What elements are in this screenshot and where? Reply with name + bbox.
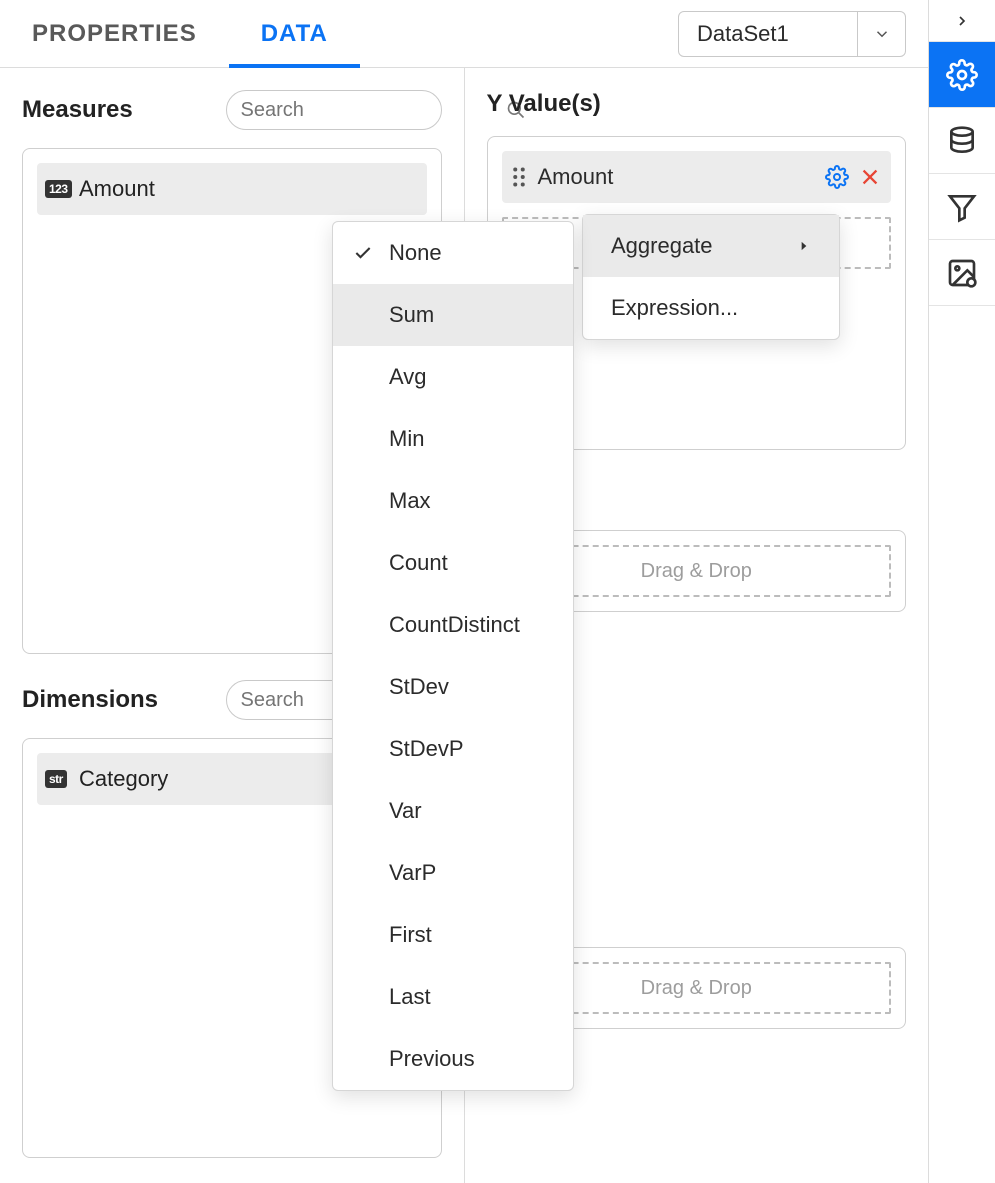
aggregate-option-label: CountDistinct bbox=[389, 612, 520, 638]
aggregate-option-label: StDev bbox=[389, 674, 449, 700]
aggregate-option[interactable]: Min bbox=[333, 408, 573, 470]
gear-icon bbox=[946, 59, 978, 91]
collapse-button[interactable] bbox=[929, 0, 995, 42]
measures-title: Measures bbox=[22, 96, 133, 124]
menu-aggregate[interactable]: Aggregate bbox=[583, 215, 839, 277]
yvalue-label: Amount bbox=[538, 164, 614, 190]
measures-search[interactable] bbox=[226, 90, 442, 130]
yvalue-item[interactable]: Amount bbox=[502, 151, 892, 203]
aggregate-option[interactable]: None bbox=[333, 222, 573, 284]
aggregate-option-label: Min bbox=[389, 426, 424, 452]
aggregate-option-label: None bbox=[389, 240, 442, 266]
aggregate-option[interactable]: StDev bbox=[333, 656, 573, 718]
aggregate-option-label: Sum bbox=[389, 302, 434, 328]
aggregate-option[interactable]: Var bbox=[333, 780, 573, 842]
aggregate-option[interactable]: VarP bbox=[333, 842, 573, 904]
tabs-row: PROPERTIES DATA DataSet1 bbox=[0, 0, 928, 68]
tab-properties[interactable]: PROPERTIES bbox=[0, 0, 229, 68]
aggregate-option[interactable]: Previous bbox=[333, 1028, 573, 1090]
aggregate-option-label: Count bbox=[389, 550, 448, 576]
aggregate-option-label: Last bbox=[389, 984, 431, 1010]
tab-data[interactable]: DATA bbox=[229, 0, 360, 68]
chevron-down-icon bbox=[857, 12, 905, 56]
aggregate-option-label: VarP bbox=[389, 860, 436, 886]
string-type-icon: str bbox=[45, 770, 67, 788]
image-settings-icon bbox=[946, 257, 978, 289]
drag-handle-icon[interactable] bbox=[512, 167, 526, 187]
check-icon bbox=[353, 243, 373, 263]
sidebar-data[interactable] bbox=[929, 108, 995, 174]
yvalues-title: Y Value(s) bbox=[487, 90, 601, 118]
aggregate-option-label: Max bbox=[389, 488, 431, 514]
measure-label: Amount bbox=[79, 176, 155, 202]
database-icon bbox=[946, 125, 978, 157]
aggregate-option-label: Avg bbox=[389, 364, 427, 390]
aggregate-submenu: None Sum Avg Min Max Count CountDistinct StDev S… bbox=[332, 221, 574, 1091]
measure-item[interactable]: 123 Amount bbox=[37, 163, 427, 215]
aggregate-option[interactable]: Count bbox=[333, 532, 573, 594]
aggregate-option-label: Previous bbox=[389, 1046, 475, 1072]
right-sidebar bbox=[929, 0, 995, 1183]
dimensions-title: Dimensions bbox=[22, 686, 158, 714]
aggregate-option[interactable]: Max bbox=[333, 470, 573, 532]
aggregate-option[interactable]: StDevP bbox=[333, 718, 573, 780]
menu-expression[interactable]: Expression... bbox=[583, 277, 839, 339]
aggregate-option-label: StDevP bbox=[389, 736, 464, 762]
aggregate-option[interactable]: CountDistinct bbox=[333, 594, 573, 656]
aggregate-option-label: Var bbox=[389, 798, 422, 824]
number-type-icon: 123 bbox=[45, 180, 72, 198]
yvalue-context-menu: Aggregate Expression... bbox=[582, 214, 840, 340]
chevron-right-icon bbox=[797, 239, 811, 253]
aggregate-option[interactable]: Last bbox=[333, 966, 573, 1028]
sidebar-filter[interactable] bbox=[929, 174, 995, 240]
gear-icon[interactable] bbox=[825, 165, 849, 189]
aggregate-option[interactable]: First bbox=[333, 904, 573, 966]
close-icon[interactable] bbox=[859, 166, 881, 188]
dataset-select[interactable]: DataSet1 bbox=[678, 11, 906, 57]
aggregate-option[interactable]: Sum bbox=[333, 284, 573, 346]
dimension-label: Category bbox=[79, 766, 168, 792]
aggregate-option[interactable]: Avg bbox=[333, 346, 573, 408]
aggregate-option-label: First bbox=[389, 922, 432, 948]
dataset-selected-label: DataSet1 bbox=[697, 21, 789, 47]
filter-icon bbox=[946, 191, 978, 223]
sidebar-image[interactable] bbox=[929, 240, 995, 306]
sidebar-settings[interactable] bbox=[929, 42, 995, 108]
